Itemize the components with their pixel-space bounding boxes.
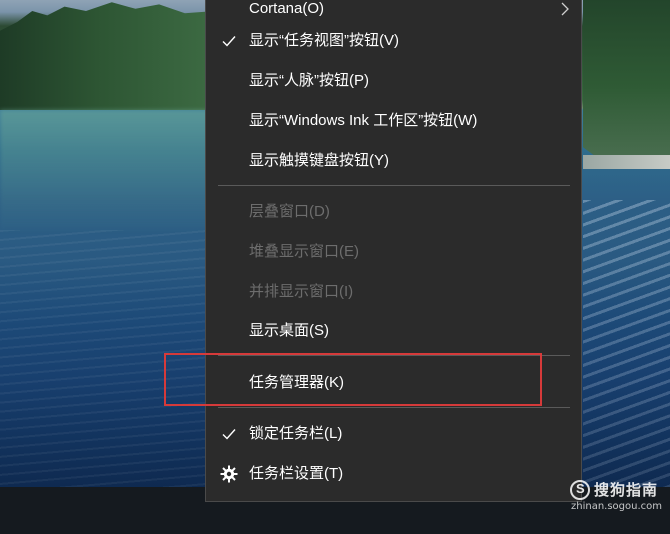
menu-item-label: 显示触摸键盘按钮(Y)	[249, 152, 389, 169]
menu-item-label: 显示桌面(S)	[249, 322, 329, 339]
menu-item-label: 显示“Windows Ink 工作区”按钮(W)	[249, 112, 478, 129]
taskbar-context-menu: Cortana(O) 显示“任务视图”按钮(V) 显示“人脉”按钮(P) 显示“…	[205, 0, 582, 502]
menu-item-stack-windows: 堆叠显示窗口(E)	[206, 232, 581, 272]
menu-item-show-task-view[interactable]: 显示“任务视图”按钮(V)	[206, 21, 581, 61]
forest-left	[0, 2, 215, 110]
menu-item-show-windows-ink[interactable]: 显示“Windows Ink 工作区”按钮(W)	[206, 101, 581, 141]
checkmark-icon	[222, 429, 236, 440]
menu-item-label: 层叠窗口(D)	[249, 203, 330, 220]
lake-reflection-left	[0, 110, 215, 230]
menu-item-side-by-side-windows: 并排显示窗口(I)	[206, 272, 581, 312]
menu-item-label: 堆叠显示窗口(E)	[249, 243, 359, 260]
forest-right	[583, 0, 670, 160]
sogou-watermark: 搜狗指南 zhinan.sogou.com	[568, 477, 668, 517]
menu-separator	[218, 407, 570, 408]
menu-item-lock-taskbar[interactable]: 锁定任务栏(L)	[206, 414, 581, 454]
shore-right	[583, 155, 670, 169]
red-highlight-box	[164, 353, 542, 406]
menu-item-show-touch-keyboard[interactable]: 显示触摸键盘按钮(Y)	[206, 141, 581, 181]
sogou-logo-icon	[570, 480, 590, 500]
menu-item-cascade-windows: 层叠窗口(D)	[206, 192, 581, 232]
menu-item-taskbar-settings[interactable]: 任务栏设置(T)	[206, 454, 581, 494]
menu-separator	[218, 185, 570, 186]
watermark-text: 搜狗指南	[594, 481, 659, 499]
menu-item-show-desktop[interactable]: 显示桌面(S)	[206, 311, 581, 351]
chevron-right-icon	[561, 2, 569, 16]
menu-item-label: 锁定任务栏(L)	[249, 425, 343, 442]
checkmark-icon	[222, 36, 236, 47]
menu-item-label: 显示“人脉”按钮(P)	[249, 72, 369, 89]
watermark-url: zhinan.sogou.com	[571, 501, 663, 512]
menu-item-label: 显示“任务视图”按钮(V)	[249, 32, 399, 49]
menu-item-label: 并排显示窗口(I)	[249, 283, 354, 300]
menu-item-show-people[interactable]: 显示“人脉”按钮(P)	[206, 61, 581, 101]
menu-item-label: 任务栏设置(T)	[249, 465, 344, 482]
gear-icon	[220, 465, 238, 483]
